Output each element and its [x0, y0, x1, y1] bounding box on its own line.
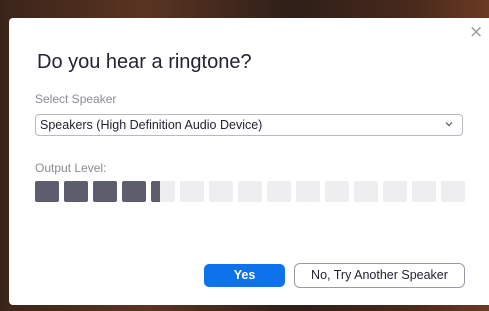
output-level-segment [412, 181, 436, 202]
output-level-segment [383, 181, 407, 202]
dialog-title: Do you hear a ringtone? [37, 51, 252, 73]
output-level-segment [64, 181, 88, 202]
speaker-select[interactable]: Speakers (High Definition Audio Device) [35, 114, 463, 136]
select-speaker-label: Select Speaker [35, 92, 117, 106]
output-level-segment [209, 181, 233, 202]
output-level-segment [93, 181, 117, 202]
output-level-segment [151, 181, 175, 202]
output-level-segment [267, 181, 291, 202]
try-another-speaker-button[interactable]: No, Try Another Speaker [294, 263, 465, 288]
ringtone-test-dialog: × Do you hear a ringtone? Select Speaker… [9, 18, 489, 305]
speaker-select-value: Speakers (High Definition Audio Device) [40, 118, 263, 132]
output-level-label: Output Level: [35, 161, 107, 175]
output-level-segment [296, 181, 320, 202]
output-level-segment [441, 181, 465, 202]
output-level-segment [180, 181, 204, 202]
close-icon[interactable]: × [469, 24, 483, 41]
output-level-segment [35, 181, 59, 202]
output-level-segment [238, 181, 262, 202]
output-level-segment [122, 181, 146, 202]
output-level-segment [354, 181, 378, 202]
output-level-segment [325, 181, 349, 202]
chevron-down-icon [445, 122, 453, 127]
yes-button[interactable]: Yes [204, 264, 285, 287]
output-level-meter [35, 181, 466, 202]
